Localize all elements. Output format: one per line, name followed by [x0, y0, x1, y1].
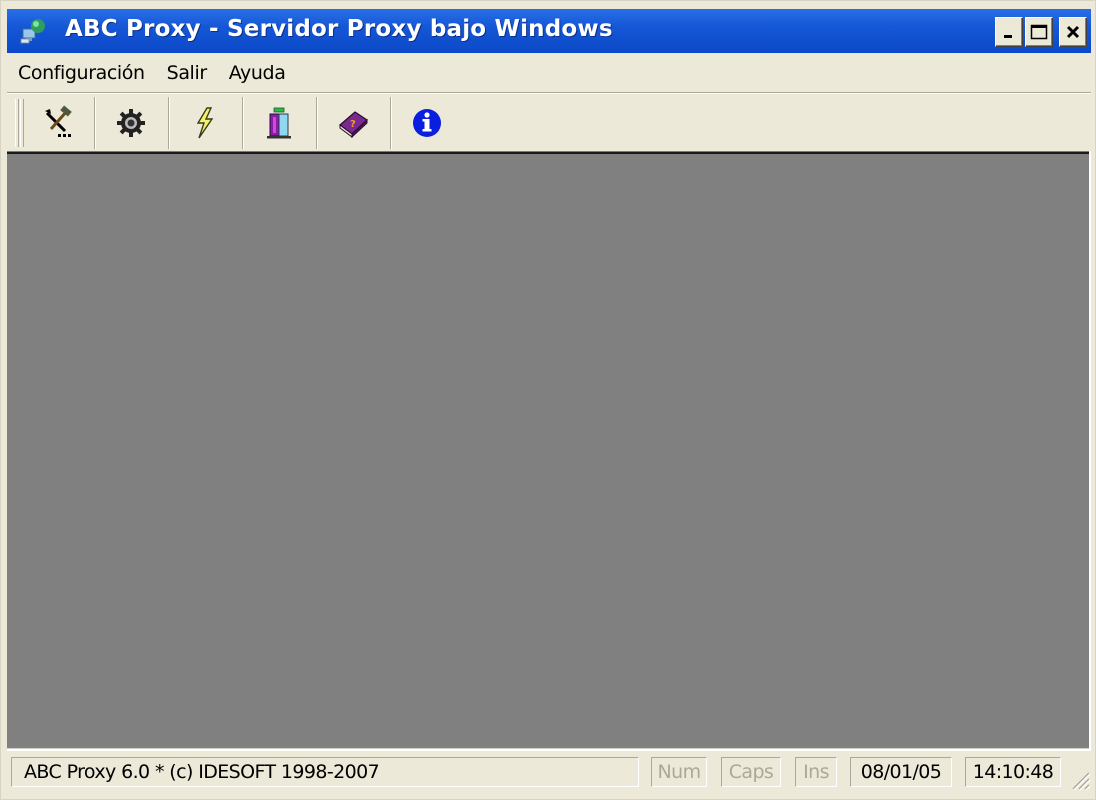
maximize-icon — [1030, 24, 1048, 40]
num-lock-indicator: Num — [651, 757, 707, 787]
status-time: 14:10:48 — [965, 757, 1061, 787]
caps-lock-indicator: Caps — [721, 757, 781, 787]
gear-icon — [117, 109, 145, 137]
about-button[interactable] — [391, 97, 463, 149]
app-window: ABC Proxy - Servidor Proxy bajo Windows … — [0, 0, 1096, 800]
info-icon — [413, 109, 441, 137]
status-bar: ABC Proxy 6.0 * (c) IDESOFT 1998-2007 Nu… — [7, 753, 1091, 793]
connect-button[interactable] — [169, 97, 241, 149]
building-icon — [267, 107, 291, 139]
menu-salir[interactable]: Salir — [156, 62, 218, 84]
help-book-icon: ? — [339, 111, 368, 139]
mdi-client-area[interactable] — [7, 154, 1089, 748]
title-bar[interactable]: ABC Proxy - Servidor Proxy bajo Windows — [7, 9, 1091, 53]
svg-text:?: ? — [350, 119, 356, 130]
network-computers-icon — [19, 17, 49, 45]
minimize-icon — [1004, 35, 1012, 38]
menu-bar: Configuración Salir Ayuda — [7, 55, 1091, 91]
status-date: 08/01/05 — [850, 757, 952, 787]
settings-button[interactable] — [95, 97, 167, 149]
insert-indicator: Ins — [795, 757, 837, 787]
window-title: ABC Proxy - Servidor Proxy bajo Windows — [65, 16, 613, 42]
client-border — [7, 748, 1089, 751]
toolbar-grip[interactable] — [15, 99, 19, 147]
close-icon — [1066, 25, 1080, 39]
menu-configuracion[interactable]: Configuración — [7, 62, 156, 84]
minimize-button[interactable] — [995, 17, 1023, 47]
tools-button[interactable] — [23, 97, 95, 149]
menu-separator — [7, 92, 1091, 94]
tools-icon — [45, 105, 72, 137]
toolbar: ? — [7, 95, 1091, 151]
close-button[interactable] — [1059, 17, 1087, 47]
server-button[interactable] — [243, 97, 315, 149]
resize-grip-icon[interactable] — [1069, 769, 1091, 791]
help-button[interactable]: ? — [317, 97, 389, 149]
lightning-icon — [196, 107, 214, 139]
client-right-border — [1089, 151, 1091, 751]
maximize-button[interactable] — [1025, 17, 1053, 47]
menu-ayuda[interactable]: Ayuda — [218, 62, 297, 84]
status-main-text: ABC Proxy 6.0 * (c) IDESOFT 1998-2007 — [11, 757, 639, 787]
